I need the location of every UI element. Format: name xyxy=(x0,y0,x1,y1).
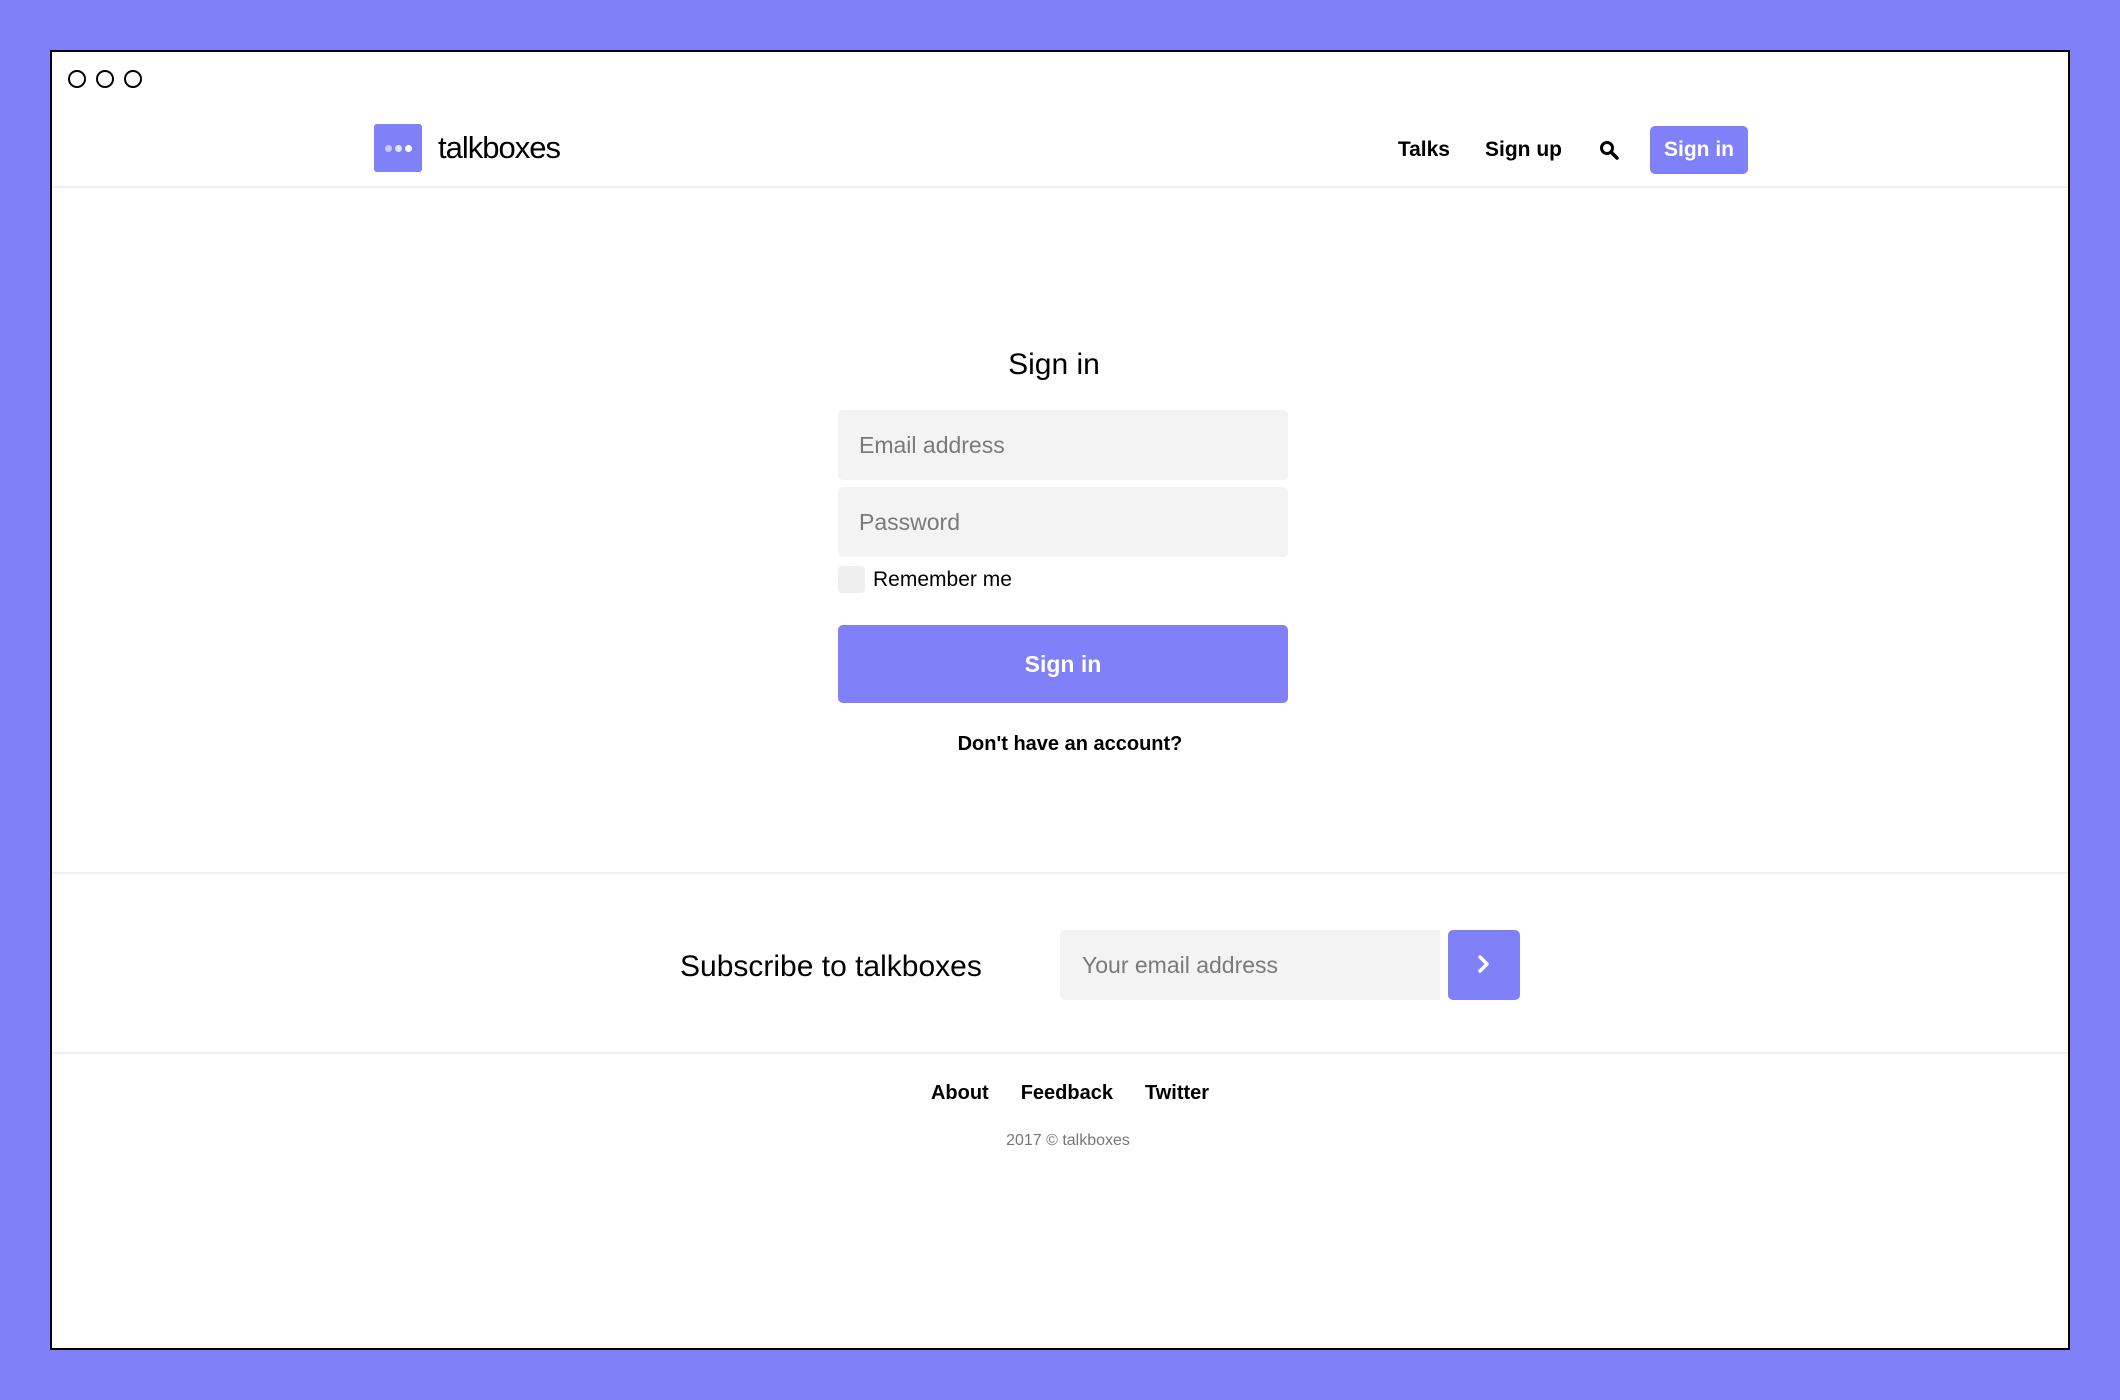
footer-twitter-link[interactable]: Twitter xyxy=(1145,1082,1209,1105)
sign-in-submit-button[interactable]: Sign in xyxy=(838,625,1288,703)
remember-me[interactable]: Remember me xyxy=(838,566,1012,593)
footer-links: About Feedback Twitter xyxy=(62,1082,2078,1105)
logo-icon xyxy=(374,124,422,172)
logo-text: talkboxes xyxy=(438,130,561,165)
footer-feedback-link[interactable]: Feedback xyxy=(1021,1082,1113,1105)
chevron-right-icon xyxy=(1476,954,1492,977)
sign-in-section: Sign in Remember me Sign in Don't have a… xyxy=(52,188,2068,874)
nav-sign-in-button[interactable]: Sign in xyxy=(1650,126,1748,174)
logo-link[interactable]: talkboxes xyxy=(374,124,561,172)
remember-me-checkbox[interactable] xyxy=(838,566,865,593)
site-header: talkboxes Talks Sign up Sign in xyxy=(52,52,2068,188)
search-icon[interactable] xyxy=(1598,139,1620,161)
subscribe-section: Subscribe to talkboxes xyxy=(52,874,2068,1054)
sign-in-title: Sign in xyxy=(1008,348,1100,381)
password-field[interactable] xyxy=(838,487,1288,557)
remember-me-label: Remember me xyxy=(873,567,1012,591)
nav-sign-up-link[interactable]: Sign up xyxy=(1485,138,1562,162)
no-account-link[interactable]: Don't have an account? xyxy=(62,733,2078,756)
nav-talks-link[interactable]: Talks xyxy=(1398,138,1450,162)
main-nav: Talks Sign up Sign in xyxy=(1398,126,1748,174)
footer-about-link[interactable]: About xyxy=(931,1082,989,1105)
subscribe-title: Subscribe to talkboxes xyxy=(680,950,982,983)
browser-window: talkboxes Talks Sign up Sign in Sign in … xyxy=(50,50,2070,1350)
subscribe-email-input[interactable] xyxy=(1060,930,1440,1000)
subscribe-submit-button[interactable] xyxy=(1448,930,1520,1000)
copyright-text: 2017 © talkboxes xyxy=(1006,1132,1130,1149)
email-field[interactable] xyxy=(838,410,1288,480)
